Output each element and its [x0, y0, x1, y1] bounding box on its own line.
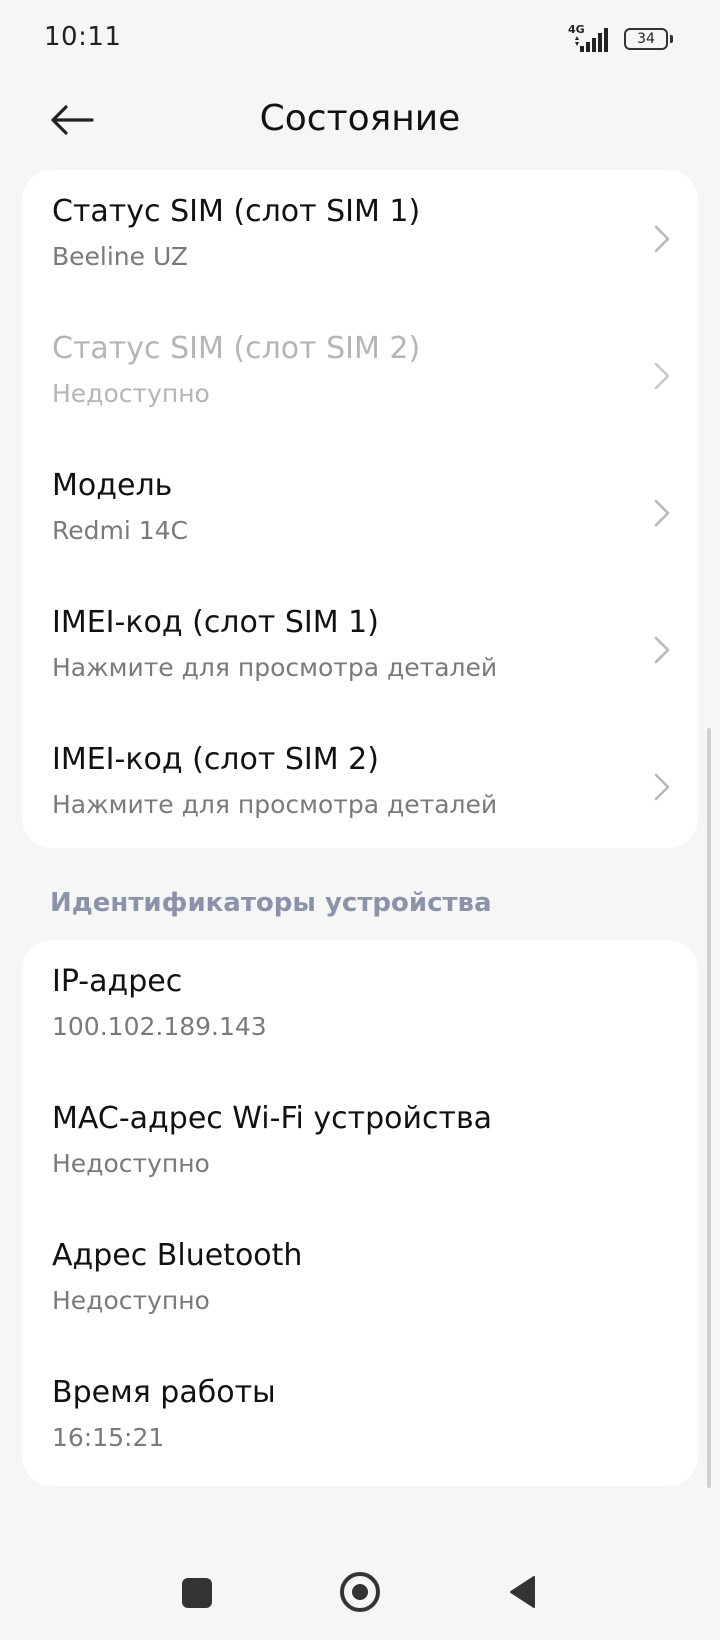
item-title: Статус SIM (слот SIM 1) — [52, 194, 421, 229]
list-item-sim2-status: Статус SIM (слот SIM 2) Недоступно — [22, 307, 698, 444]
item-title: MAC-адрес Wi-Fi устройства — [52, 1101, 493, 1136]
list-item-uptime[interactable]: Время работы 16:15:21 — [22, 1351, 698, 1488]
app-header: Состояние — [0, 78, 720, 168]
status-time: 10:11 — [44, 22, 122, 52]
item-title: Модель — [52, 468, 173, 503]
recents-icon[interactable] — [182, 1578, 212, 1608]
section-header-device-identifiers: Идентификаторы устройства — [50, 888, 492, 918]
status-icons: 4G 34 — [568, 23, 678, 54]
item-title: IMEI-код (слот SIM 2) — [52, 742, 379, 777]
page-title: Состояние — [259, 98, 461, 139]
signal-strength-icon — [575, 28, 608, 52]
item-subtitle: Нажмите для просмотра деталей — [52, 653, 498, 682]
item-subtitle: Beeline UZ — [52, 242, 188, 271]
list-item-wifi-mac[interactable]: MAC-адрес Wi-Fi устройства Недоступно — [22, 1077, 698, 1214]
scrollbar[interactable] — [707, 728, 711, 1488]
item-subtitle: Недоступно — [52, 379, 210, 408]
battery-icon: 34 — [624, 28, 668, 50]
home-icon[interactable] — [340, 1572, 380, 1612]
list-item-sim1-status[interactable]: Статус SIM (слот SIM 1) Beeline UZ — [22, 170, 698, 307]
list-item-imei-sim1[interactable]: IMEI-код (слот SIM 1) Нажмите для просмо… — [22, 581, 698, 718]
device-identifiers-card: IP-адрес 100.102.189.143 MAC-адрес Wi-Fi… — [22, 940, 698, 1486]
chevron-right-icon — [654, 636, 670, 663]
list-item-model[interactable]: Модель Redmi 14C — [22, 444, 698, 581]
chevron-right-icon — [654, 225, 670, 252]
item-title: Время работы — [52, 1375, 276, 1410]
item-title: Адрес Bluetooth — [52, 1238, 303, 1273]
list-item-imei-sim2[interactable]: IMEI-код (слот SIM 2) Нажмите для просмо… — [22, 718, 698, 855]
list-item-bluetooth-address[interactable]: Адрес Bluetooth Недоступно — [22, 1214, 698, 1351]
item-subtitle: 100.102.189.143 — [52, 1012, 267, 1041]
item-title: IMEI-код (слот SIM 1) — [52, 605, 379, 640]
list-item-ip-address[interactable]: IP-адрес 100.102.189.143 — [22, 940, 698, 1077]
home-icon-dot — [352, 1584, 368, 1600]
item-subtitle: Недоступно — [52, 1286, 210, 1315]
status-bar: 10:11 4G 34 — [0, 0, 720, 78]
chevron-right-icon — [654, 773, 670, 800]
item-subtitle: Нажмите для просмотра деталей — [52, 790, 498, 819]
item-subtitle: Недоступно — [52, 1149, 210, 1178]
system-nav-bar — [0, 1560, 720, 1630]
chevron-right-icon — [654, 499, 670, 526]
back-icon[interactable] — [506, 1574, 538, 1610]
item-subtitle: 16:15:21 — [52, 1423, 165, 1452]
chevron-right-icon — [654, 362, 670, 389]
sim-info-card: Статус SIM (слот SIM 1) Beeline UZ Стату… — [22, 170, 698, 848]
battery-tip — [670, 35, 673, 43]
item-title: IP-адрес — [52, 964, 183, 999]
item-title: Статус SIM (слот SIM 2) — [52, 331, 421, 366]
item-subtitle: Redmi 14C — [52, 516, 189, 545]
